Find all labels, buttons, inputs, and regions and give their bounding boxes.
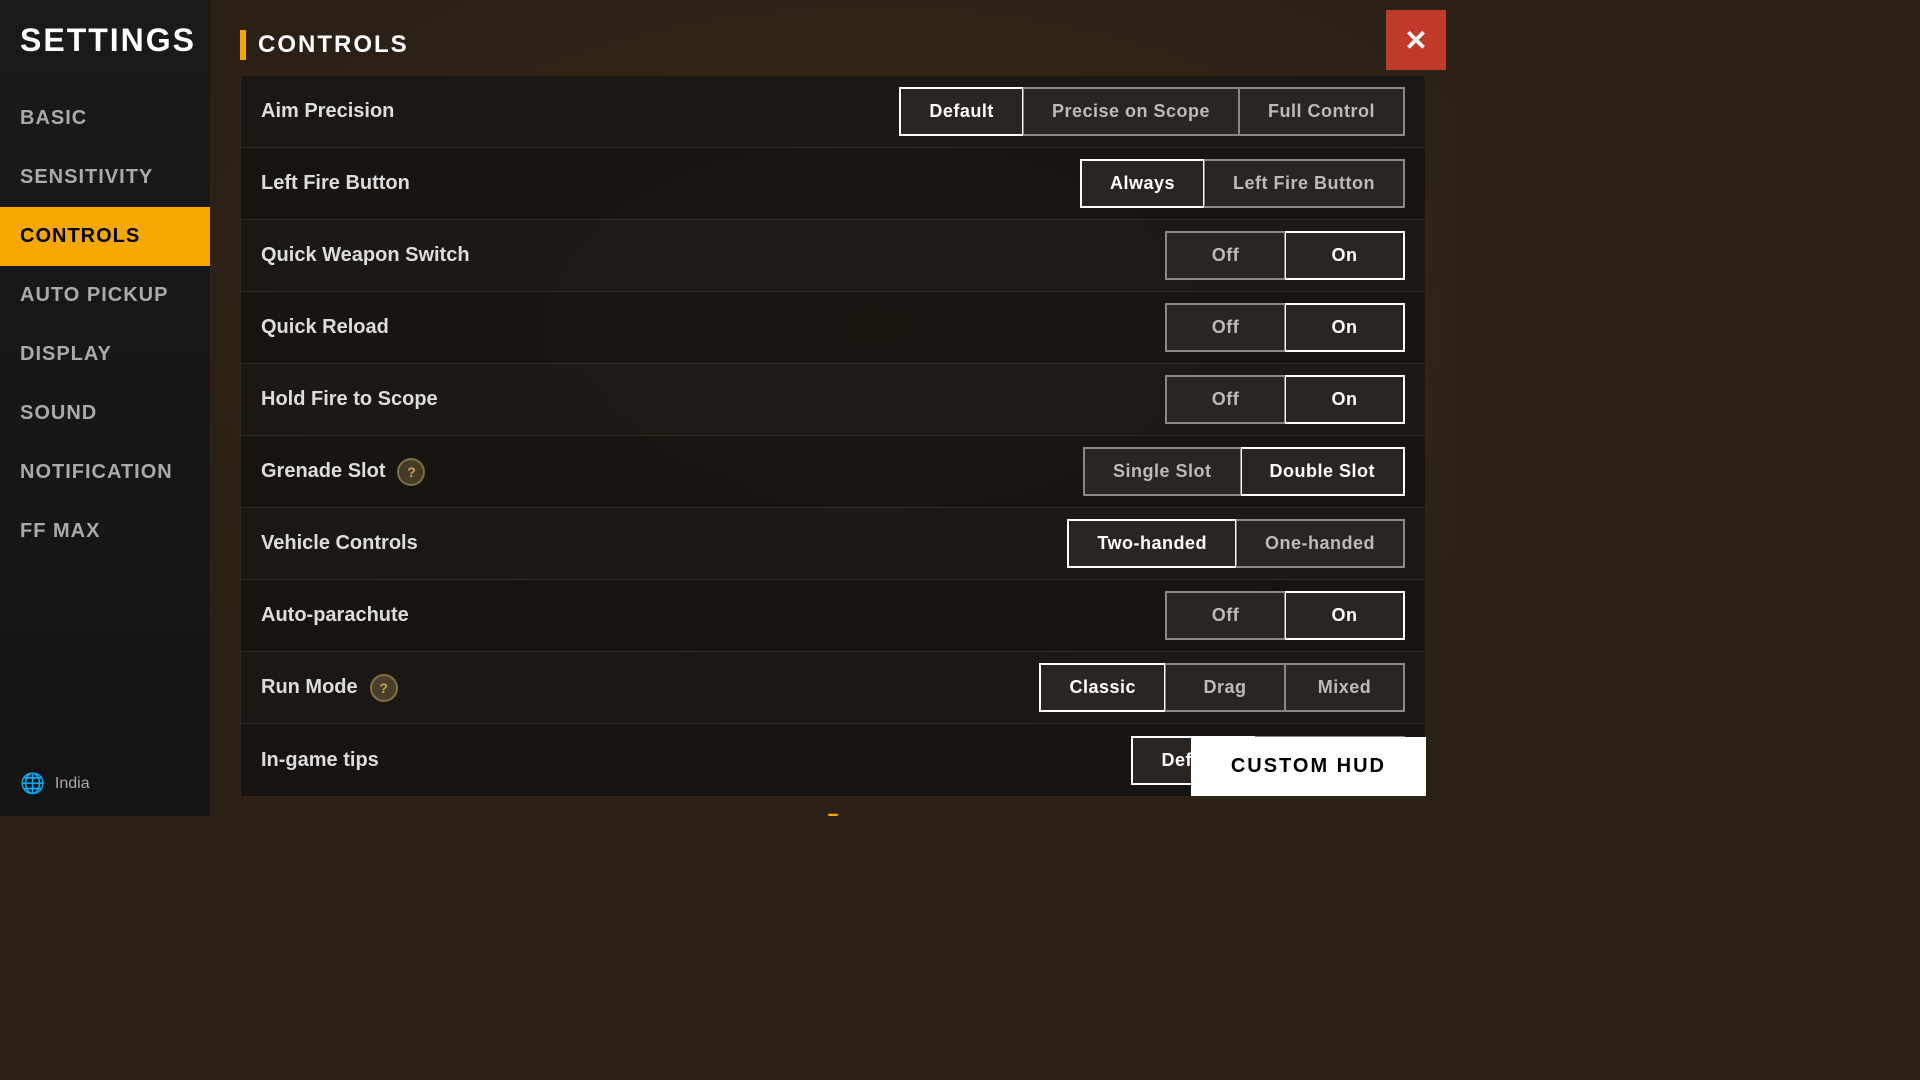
setting-row: Grenade Slot?Single SlotDouble Slot: [241, 436, 1425, 508]
toggle-option-5-0[interactable]: Single Slot: [1083, 447, 1241, 496]
toggle-option-4-1[interactable]: On: [1285, 375, 1405, 424]
settings-title: SETTINGS: [0, 0, 210, 89]
toggle-group-0: DefaultPrecise on ScopeFull Control: [899, 87, 1405, 136]
toggle-option-0-1[interactable]: Precise on Scope: [1023, 87, 1239, 136]
toggle-option-6-0[interactable]: Two-handed: [1067, 519, 1236, 568]
toggle-group-8: ClassicDragMixed: [1039, 663, 1405, 712]
setting-label-6: Vehicle Controls: [261, 532, 1067, 555]
toggle-group-5: Single SlotDouble Slot: [1083, 447, 1405, 496]
toggle-option-6-1[interactable]: One-handed: [1236, 519, 1405, 568]
setting-row: Vehicle Controls Two-handedOne-handed: [241, 508, 1425, 580]
help-icon[interactable]: ?: [397, 458, 425, 486]
setting-label-text-8: Run Mode: [261, 676, 358, 699]
sidebar-item-sound[interactable]: SOUND: [0, 384, 210, 443]
toggle-option-1-1[interactable]: Left Fire Button: [1204, 159, 1405, 208]
toggle-option-1-0[interactable]: Always: [1080, 159, 1204, 208]
toggle-group-7: OffOn: [1165, 591, 1405, 640]
setting-label-text-6: Vehicle Controls: [261, 532, 418, 555]
setting-label-text-2: Quick Weapon Switch: [261, 244, 470, 267]
setting-label-text-0: Aim Precision: [261, 100, 394, 123]
setting-label-text-3: Quick Reload: [261, 316, 389, 339]
sidebar-item-ff-max[interactable]: FF MAX: [0, 502, 210, 561]
toggle-option-8-0[interactable]: Classic: [1039, 663, 1165, 712]
toggle-option-0-2[interactable]: Full Control: [1239, 87, 1405, 136]
sidebar-item-basic[interactable]: BASIC: [0, 89, 210, 148]
setting-row: Run Mode?ClassicDragMixed: [241, 652, 1425, 724]
setting-label-text-4: Hold Fire to Scope: [261, 388, 438, 411]
toggle-option-8-2[interactable]: Mixed: [1285, 663, 1405, 712]
toggle-group-2: OffOn: [1165, 231, 1405, 280]
setting-label-4: Hold Fire to Scope: [261, 388, 1165, 411]
toggle-option-0-0[interactable]: Default: [899, 87, 1023, 136]
sidebar-footer: 🌐 India: [0, 751, 210, 816]
close-button[interactable]: ✕: [1386, 10, 1446, 70]
setting-label-0: Aim Precision: [261, 100, 899, 123]
toggle-option-3-0[interactable]: Off: [1165, 303, 1285, 352]
custom-hud-label: CUSTOM HUD: [1231, 755, 1386, 777]
setting-row: Hold Fire to Scope OffOn: [241, 364, 1425, 436]
setting-label-8: Run Mode?: [261, 674, 1039, 702]
setting-label-7: Auto-parachute: [261, 604, 1165, 627]
toggle-option-7-1[interactable]: On: [1285, 591, 1405, 640]
region-label: India: [55, 775, 90, 793]
setting-label-text-1: Left Fire Button: [261, 172, 410, 195]
help-icon[interactable]: ?: [370, 674, 398, 702]
setting-row: Quick Weapon Switch OffOn: [241, 220, 1425, 292]
setting-label-5: Grenade Slot?: [261, 458, 1083, 486]
setting-label-text-9: In-game tips: [261, 749, 379, 772]
setting-row: Auto-parachute OffOn: [241, 580, 1425, 652]
setting-label-3: Quick Reload: [261, 316, 1165, 339]
sidebar-item-display[interactable]: DISPLAY: [0, 325, 210, 384]
toggle-group-1: AlwaysLeft Fire Button: [1080, 159, 1405, 208]
setting-label-text-7: Auto-parachute: [261, 604, 409, 627]
section-title: CONTROLS: [258, 31, 409, 59]
toggle-group-6: Two-handedOne-handed: [1067, 519, 1405, 568]
toggle-group-3: OffOn: [1165, 303, 1405, 352]
setting-row: Left Fire ButtonAlwaysLeft Fire Button: [241, 148, 1425, 220]
sidebar-item-notification[interactable]: NOTIFICATION: [0, 443, 210, 502]
setting-label-text-5: Grenade Slot: [261, 460, 385, 483]
setting-label-1: Left Fire Button: [261, 172, 1080, 195]
scroll-indicator: ▾: [240, 797, 1426, 816]
setting-label-9: In-game tips: [261, 749, 1131, 772]
globe-icon: 🌐: [20, 771, 45, 796]
toggle-option-2-0[interactable]: Off: [1165, 231, 1285, 280]
setting-row: Quick Reload OffOn: [241, 292, 1425, 364]
sidebar: SETTINGS BASICSENSITIVITYCONTROLSAUTO PI…: [0, 0, 210, 816]
main-content: CONTROLS Aim Precision DefaultPrecise on …: [210, 0, 1456, 816]
sidebar-item-sensitivity[interactable]: SENSITIVITY: [0, 148, 210, 207]
section-header: CONTROLS: [240, 20, 1426, 60]
toggle-option-7-0[interactable]: Off: [1165, 591, 1285, 640]
setting-label-2: Quick Weapon Switch: [261, 244, 1165, 267]
toggle-option-5-1[interactable]: Double Slot: [1241, 447, 1406, 496]
close-icon: ✕: [1404, 24, 1427, 57]
custom-hud-button[interactable]: CUSTOM HUD: [1191, 737, 1426, 796]
sidebar-item-controls[interactable]: CONTROLS: [0, 207, 210, 266]
setting-row: Aim Precision DefaultPrecise on ScopeFull…: [241, 76, 1425, 148]
section-accent: [240, 30, 246, 60]
settings-panel: Aim Precision DefaultPrecise on ScopeFull…: [240, 75, 1426, 797]
toggle-option-4-0[interactable]: Off: [1165, 375, 1285, 424]
toggle-group-4: OffOn: [1165, 375, 1405, 424]
sidebar-item-auto-pickup[interactable]: AUTO PICKUP: [0, 266, 210, 325]
toggle-option-8-1[interactable]: Drag: [1165, 663, 1285, 712]
toggle-option-3-1[interactable]: On: [1285, 303, 1405, 352]
toggle-option-2-1[interactable]: On: [1285, 231, 1405, 280]
